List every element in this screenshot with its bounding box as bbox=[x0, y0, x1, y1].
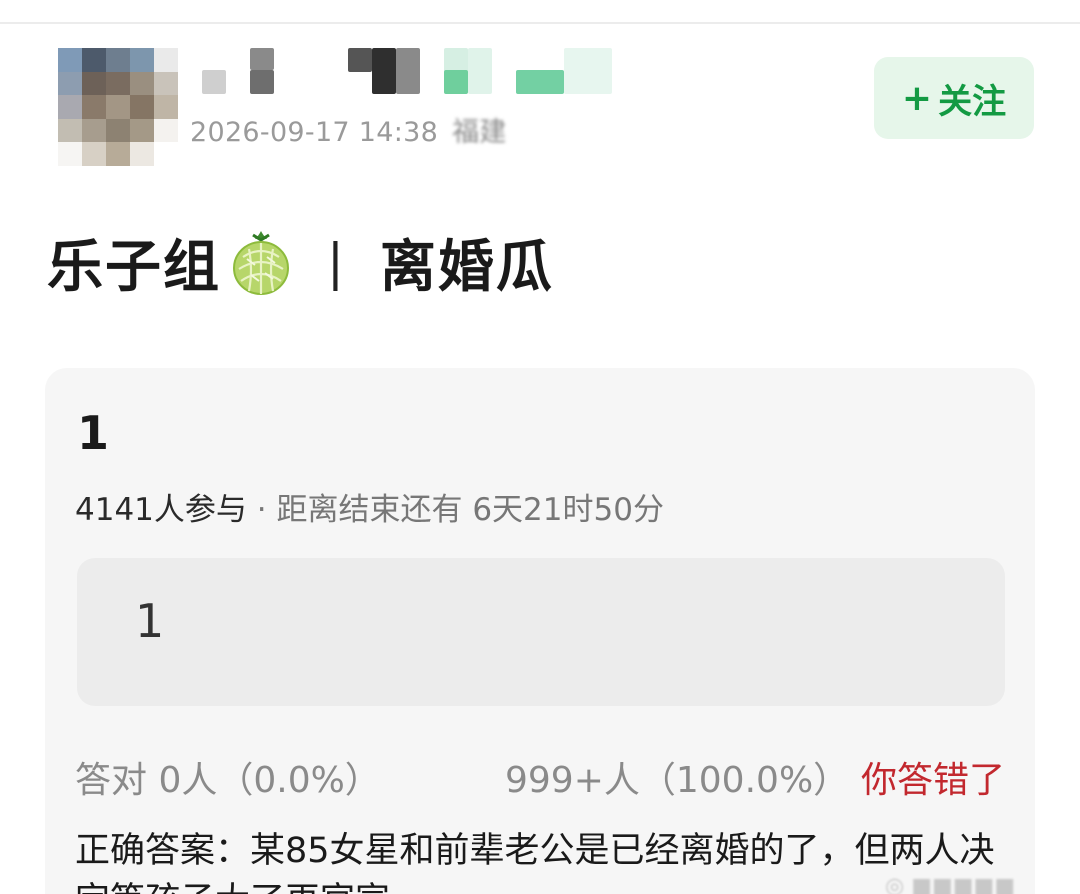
wrong-stats: 999+人（100.0%） bbox=[505, 760, 850, 801]
participant-count: 4141人参与 bbox=[75, 492, 247, 528]
melon-icon bbox=[233, 231, 289, 295]
correct-stats: 答对 0人（0.0%） bbox=[75, 760, 381, 801]
follow-button[interactable]: + 关注 bbox=[874, 57, 1034, 139]
username-blurred[interactable] bbox=[198, 48, 618, 98]
quiz-option-label: 1 bbox=[135, 594, 165, 648]
title-topic: 离婚瓜 bbox=[379, 234, 554, 300]
correct-answer-text: 正确答案：某85女星和前辈老公是已经离婚的了，但两人决定等孩子大了再官宣 bbox=[75, 831, 995, 894]
wrong-answer-verdict: 你答错了 bbox=[860, 760, 1005, 801]
follow-button-label: 关注 bbox=[938, 81, 1007, 122]
post-title: 乐子组 | 离婚瓜 bbox=[47, 222, 554, 302]
post-timestamp: 2026-09-17 14:38 bbox=[190, 117, 439, 148]
title-separator: | bbox=[327, 233, 346, 291]
post-meta: 2026-09-17 14:38 福建 bbox=[190, 110, 507, 149]
quiz-stats: 4141人参与 · 距离结束还有 6天21时50分 bbox=[75, 484, 664, 529]
title-group: 乐子组 bbox=[47, 234, 221, 300]
post-page: 2026-09-17 14:38 福建 + 关注 乐子组 | 离婚瓜 1 4141… bbox=[0, 0, 1080, 894]
quiz-result: 答对 0人（0.0%） 999+人（100.0%） 你答错了 bbox=[75, 751, 1005, 801]
watermark-blurred: ◎ ■■■■■ bbox=[885, 874, 1016, 894]
quiz-card: 1 4141人参与 · 距离结束还有 6天21时50分 1 答对 0人（0.0%… bbox=[45, 368, 1035, 894]
plus-icon: + bbox=[901, 77, 933, 119]
quiz-question: 1 bbox=[77, 406, 110, 460]
post-location: 福建 bbox=[452, 117, 507, 148]
avatar[interactable] bbox=[58, 48, 178, 166]
top-divider bbox=[0, 22, 1080, 24]
stats-separator: · bbox=[246, 492, 277, 528]
quiz-option[interactable]: 1 bbox=[77, 558, 1005, 706]
deadline-countdown: 距离结束还有 6天21时50分 bbox=[276, 492, 664, 528]
